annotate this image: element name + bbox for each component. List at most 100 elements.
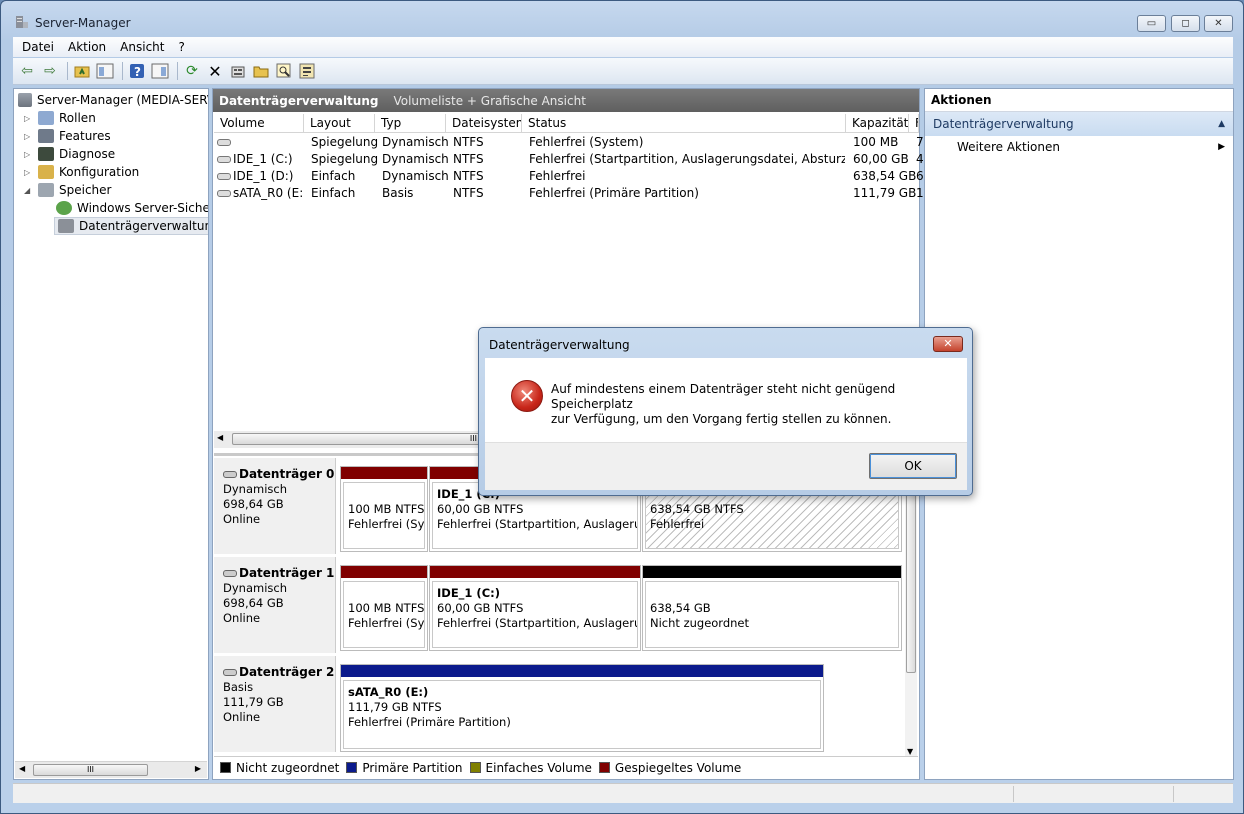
legend: Nicht zugeordnet Primäre Partition Einfa… xyxy=(214,756,918,778)
tree-horizontal-scrollbar[interactable]: ◀ III ▶ xyxy=(15,761,207,778)
disk-view-vertical-scrollbar[interactable]: ▼ xyxy=(905,458,917,756)
pane-subtitle: Volumeliste + Grafische Ansicht xyxy=(393,93,586,108)
tree-item-datentraegerverwaltung[interactable]: Datenträgerverwaltung xyxy=(54,217,208,235)
dialog-footer: OK xyxy=(485,442,967,490)
status-divider xyxy=(1173,786,1174,802)
volume-row[interactable]: Spiegelung Dynamisch NTFS Fehlerfrei (Sy… xyxy=(214,134,924,151)
collapse-arrow-icon[interactable]: ◢ xyxy=(24,186,34,195)
filesystem-cell: NTFS xyxy=(453,186,484,200)
server-manager-window: Server-Manager ▭ ◻ ✕ Datei Aktion Ansich… xyxy=(0,0,1244,814)
partition-unallocated[interactable]: 638,54 GB Nicht zugeordnet xyxy=(642,565,902,651)
expand-arrow-icon[interactable]: ▷ xyxy=(24,150,34,159)
volume-list-horizontal-scrollbar[interactable]: ◀ III xyxy=(214,431,484,448)
tree-item-konfiguration[interactable]: ▷ Konfiguration xyxy=(24,163,139,181)
tree-item-features[interactable]: ▷ Features xyxy=(24,127,111,145)
disk-1[interactable]: Datenträger 1 Dynamisch 698,64 GB Online… xyxy=(214,557,914,653)
partition-body: 100 MB NTFS Fehlerfrei (Sys xyxy=(343,482,425,549)
tree-item-rollen[interactable]: ▷ Rollen xyxy=(24,109,96,127)
partition-ide1-c[interactable]: IDE_1 (C:) 60,00 GB NTFS Fehlerfrei (Start… xyxy=(429,565,641,651)
partition-sata-r0-e[interactable]: sATA_R0 (E:) 111,79 GB NTFS Fehlerfrei (Pr… xyxy=(340,664,824,752)
menu-datei[interactable]: Datei xyxy=(22,40,54,54)
dialog-title: Datenträgerverwaltung xyxy=(489,338,630,352)
column-volume[interactable]: Volume xyxy=(214,114,304,133)
dialog-close-button[interactable]: ✕ xyxy=(933,336,963,352)
status-bar xyxy=(13,783,1233,803)
tree-item-label: Konfiguration xyxy=(59,165,140,179)
tree-item-label: Speicher xyxy=(59,183,112,197)
column-layout[interactable]: Layout xyxy=(304,114,375,133)
server-manager-icon xyxy=(16,16,28,28)
open-folder-icon[interactable] xyxy=(251,61,271,81)
tree-item-label: Server-Manager (MEDIA-SERVEF xyxy=(37,93,208,107)
console-tree: Server-Manager (MEDIA-SERVEF ▷ Rollen ▷ … xyxy=(14,89,208,759)
scroll-right-icon[interactable]: ▶ xyxy=(195,764,201,773)
column-typ[interactable]: Typ xyxy=(375,114,446,133)
back-arrow-icon[interactable]: ⇦ xyxy=(17,61,37,81)
filesystem-cell: NTFS xyxy=(453,152,484,166)
show-hide-action-pane-icon[interactable] xyxy=(150,61,170,81)
partition-bar xyxy=(643,566,901,578)
volume-name: IDE_1 (C:) xyxy=(233,152,293,166)
volume-row[interactable]: IDE_1 (C:) Spiegelung Dynamisch NTFS Feh… xyxy=(214,151,924,168)
scroll-thumb[interactable]: III xyxy=(232,433,482,445)
scroll-left-icon[interactable]: ◀ xyxy=(19,764,25,773)
show-hide-tree-icon[interactable] xyxy=(95,61,115,81)
scroll-down-icon[interactable]: ▼ xyxy=(907,747,913,756)
filesystem-cell: NTFS xyxy=(453,135,484,149)
disk-state: Online xyxy=(223,512,261,526)
properties-icon[interactable] xyxy=(228,61,248,81)
pane-header: Datenträgerverwaltung Volumeliste + Graf… xyxy=(213,89,919,112)
backup-icon xyxy=(56,201,72,215)
volume-list-header: Volume Layout Typ Dateisystem Status Kap… xyxy=(214,114,919,133)
collapse-icon[interactable]: ▲ xyxy=(1218,112,1225,136)
partition-system[interactable]: 100 MB NTFS Fehlerfrei (Sys xyxy=(340,466,428,552)
volume-row[interactable]: sATA_R0 (E:) Einfach Basis NTFS Fehlerfr… xyxy=(214,185,924,202)
settings-icon[interactable] xyxy=(297,61,317,81)
column-status[interactable]: Status xyxy=(522,114,846,133)
refresh-icon[interactable]: ⟳ xyxy=(182,61,202,81)
up-folder-icon[interactable] xyxy=(72,61,92,81)
scroll-thumb[interactable]: III xyxy=(33,764,148,776)
type-cell: Dynamisch xyxy=(382,152,449,166)
search-icon[interactable] xyxy=(274,61,294,81)
volume-name: sATA_R0 (E:) xyxy=(233,186,303,200)
tree-item-server-manager[interactable]: Server-Manager (MEDIA-SERVEF xyxy=(18,91,208,109)
column-kapazitaet[interactable]: Kapazität xyxy=(846,114,909,133)
action-weitere-aktionen[interactable]: Weitere Aktionen ▶ xyxy=(925,136,1233,159)
actions-section-header[interactable]: Datenträgerverwaltung ▲ xyxy=(925,112,1233,136)
menu-ansicht[interactable]: Ansicht xyxy=(120,40,164,54)
configuration-icon xyxy=(38,165,54,179)
expand-arrow-icon[interactable]: ▷ xyxy=(24,168,34,177)
column-dateisystem[interactable]: Dateisystem xyxy=(446,114,522,133)
expand-arrow-icon[interactable]: ▷ xyxy=(24,114,34,123)
close-button[interactable]: ✕ xyxy=(1204,15,1233,32)
disk-2[interactable]: Datenträger 2 Basis 111,79 GB Online sAT… xyxy=(214,656,914,752)
tree-item-windows-server-sicherung[interactable]: Windows Server-Sicherun xyxy=(56,199,208,217)
minimize-button[interactable]: ▭ xyxy=(1137,15,1166,32)
tree-item-speicher[interactable]: ◢ Speicher xyxy=(24,181,111,199)
legend-swatch xyxy=(598,762,610,773)
volume-name: IDE_1 (D:) xyxy=(233,169,294,183)
menu-aktion[interactable]: Aktion xyxy=(68,40,106,54)
volume-cell xyxy=(217,134,303,151)
partition-system[interactable]: 100 MB NTFS Fehlerfrei (Sys xyxy=(340,565,428,651)
help-icon[interactable]: ? xyxy=(127,61,147,81)
delete-icon[interactable]: ✕ xyxy=(205,61,225,81)
diagnose-icon xyxy=(38,147,54,161)
free-cell: 4 xyxy=(916,152,924,166)
expand-arrow-icon[interactable]: ▷ xyxy=(24,132,34,141)
drive-icon xyxy=(217,156,231,163)
column-free[interactable]: F xyxy=(909,114,919,133)
legend-label: Primäre Partition xyxy=(362,760,463,775)
forward-arrow-icon[interactable]: ⇨ xyxy=(40,61,60,81)
error-dialog: Datenträgerverwaltung ✕ ✕ Auf mindestens… xyxy=(478,327,973,496)
scroll-left-icon[interactable]: ◀ xyxy=(217,433,223,442)
disk-type: Dynamisch xyxy=(223,581,287,595)
tree-item-diagnose[interactable]: ▷ Diagnose xyxy=(24,145,115,163)
error-icon: ✕ xyxy=(511,380,543,412)
volume-row[interactable]: IDE_1 (D:) Einfach Dynamisch NTFS Fehler… xyxy=(214,168,924,185)
menu-help[interactable]: ? xyxy=(178,40,184,54)
maximize-button[interactable]: ◻ xyxy=(1171,15,1200,32)
ok-button[interactable]: OK xyxy=(869,453,957,479)
partition-bar xyxy=(341,467,427,479)
